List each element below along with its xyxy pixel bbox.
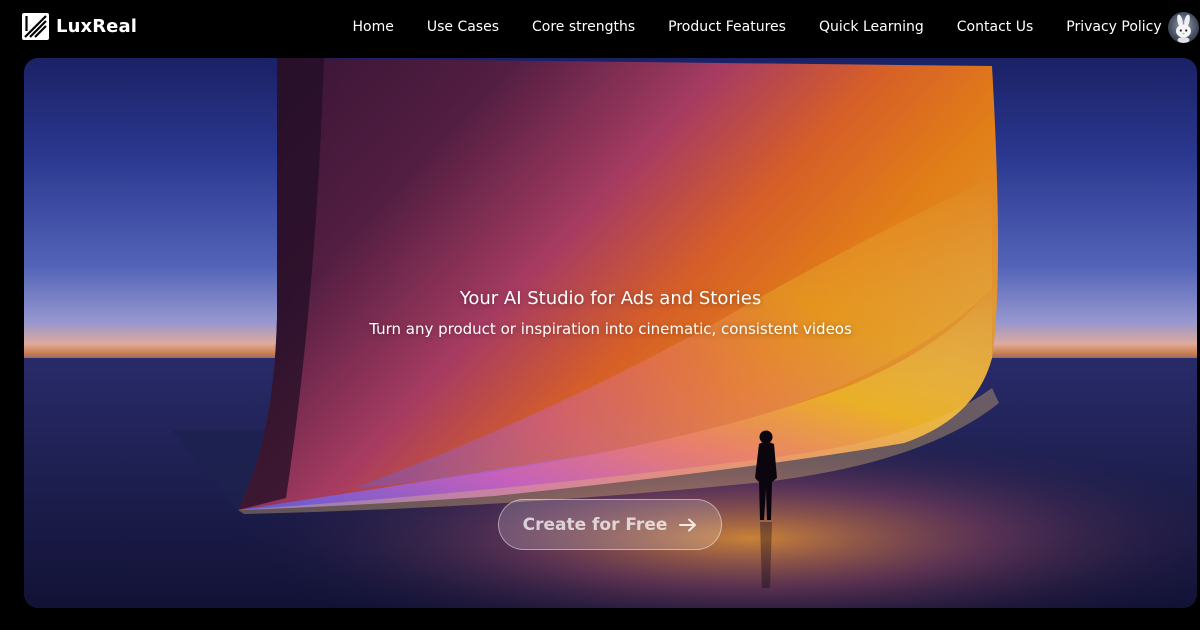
rabbit-avatar-icon xyxy=(1176,14,1191,43)
cta-label: Create for Free xyxy=(522,514,668,535)
nav-item-core-strengths[interactable]: Core strengths xyxy=(516,18,652,36)
hero-banner: Your AI Studio for Ads and Stories Turn … xyxy=(24,58,1197,608)
user-avatar[interactable] xyxy=(1168,12,1199,43)
nav-item-home[interactable]: Home xyxy=(336,18,410,36)
hero-subtitle: Turn any product or inspiration into cin… xyxy=(369,320,852,338)
nav-item-use-cases[interactable]: Use Cases xyxy=(410,18,515,36)
arrow-right-icon xyxy=(679,518,697,531)
luxreal-logo-icon xyxy=(22,13,49,40)
nav-item-quick-learning[interactable]: Quick Learning xyxy=(802,18,940,36)
nav-item-contact-us[interactable]: Contact Us xyxy=(940,18,1049,36)
nav-item-product-features[interactable]: Product Features xyxy=(652,18,803,36)
main-nav: Home Use Cases Core strengths Product Fe… xyxy=(336,18,1178,36)
create-for-free-button[interactable]: Create for Free xyxy=(498,499,722,550)
top-navbar: LuxReal Home Use Cases Core strengths Pr… xyxy=(0,0,1200,56)
brand-home-link[interactable]: LuxReal xyxy=(22,13,137,40)
hero-title: Your AI Studio for Ads and Stories xyxy=(459,288,762,309)
page: LuxReal Home Use Cases Core strengths Pr… xyxy=(0,0,1200,630)
nav-item-privacy-policy[interactable]: Privacy Policy xyxy=(1050,18,1178,36)
brand-name: LuxReal xyxy=(56,16,137,37)
